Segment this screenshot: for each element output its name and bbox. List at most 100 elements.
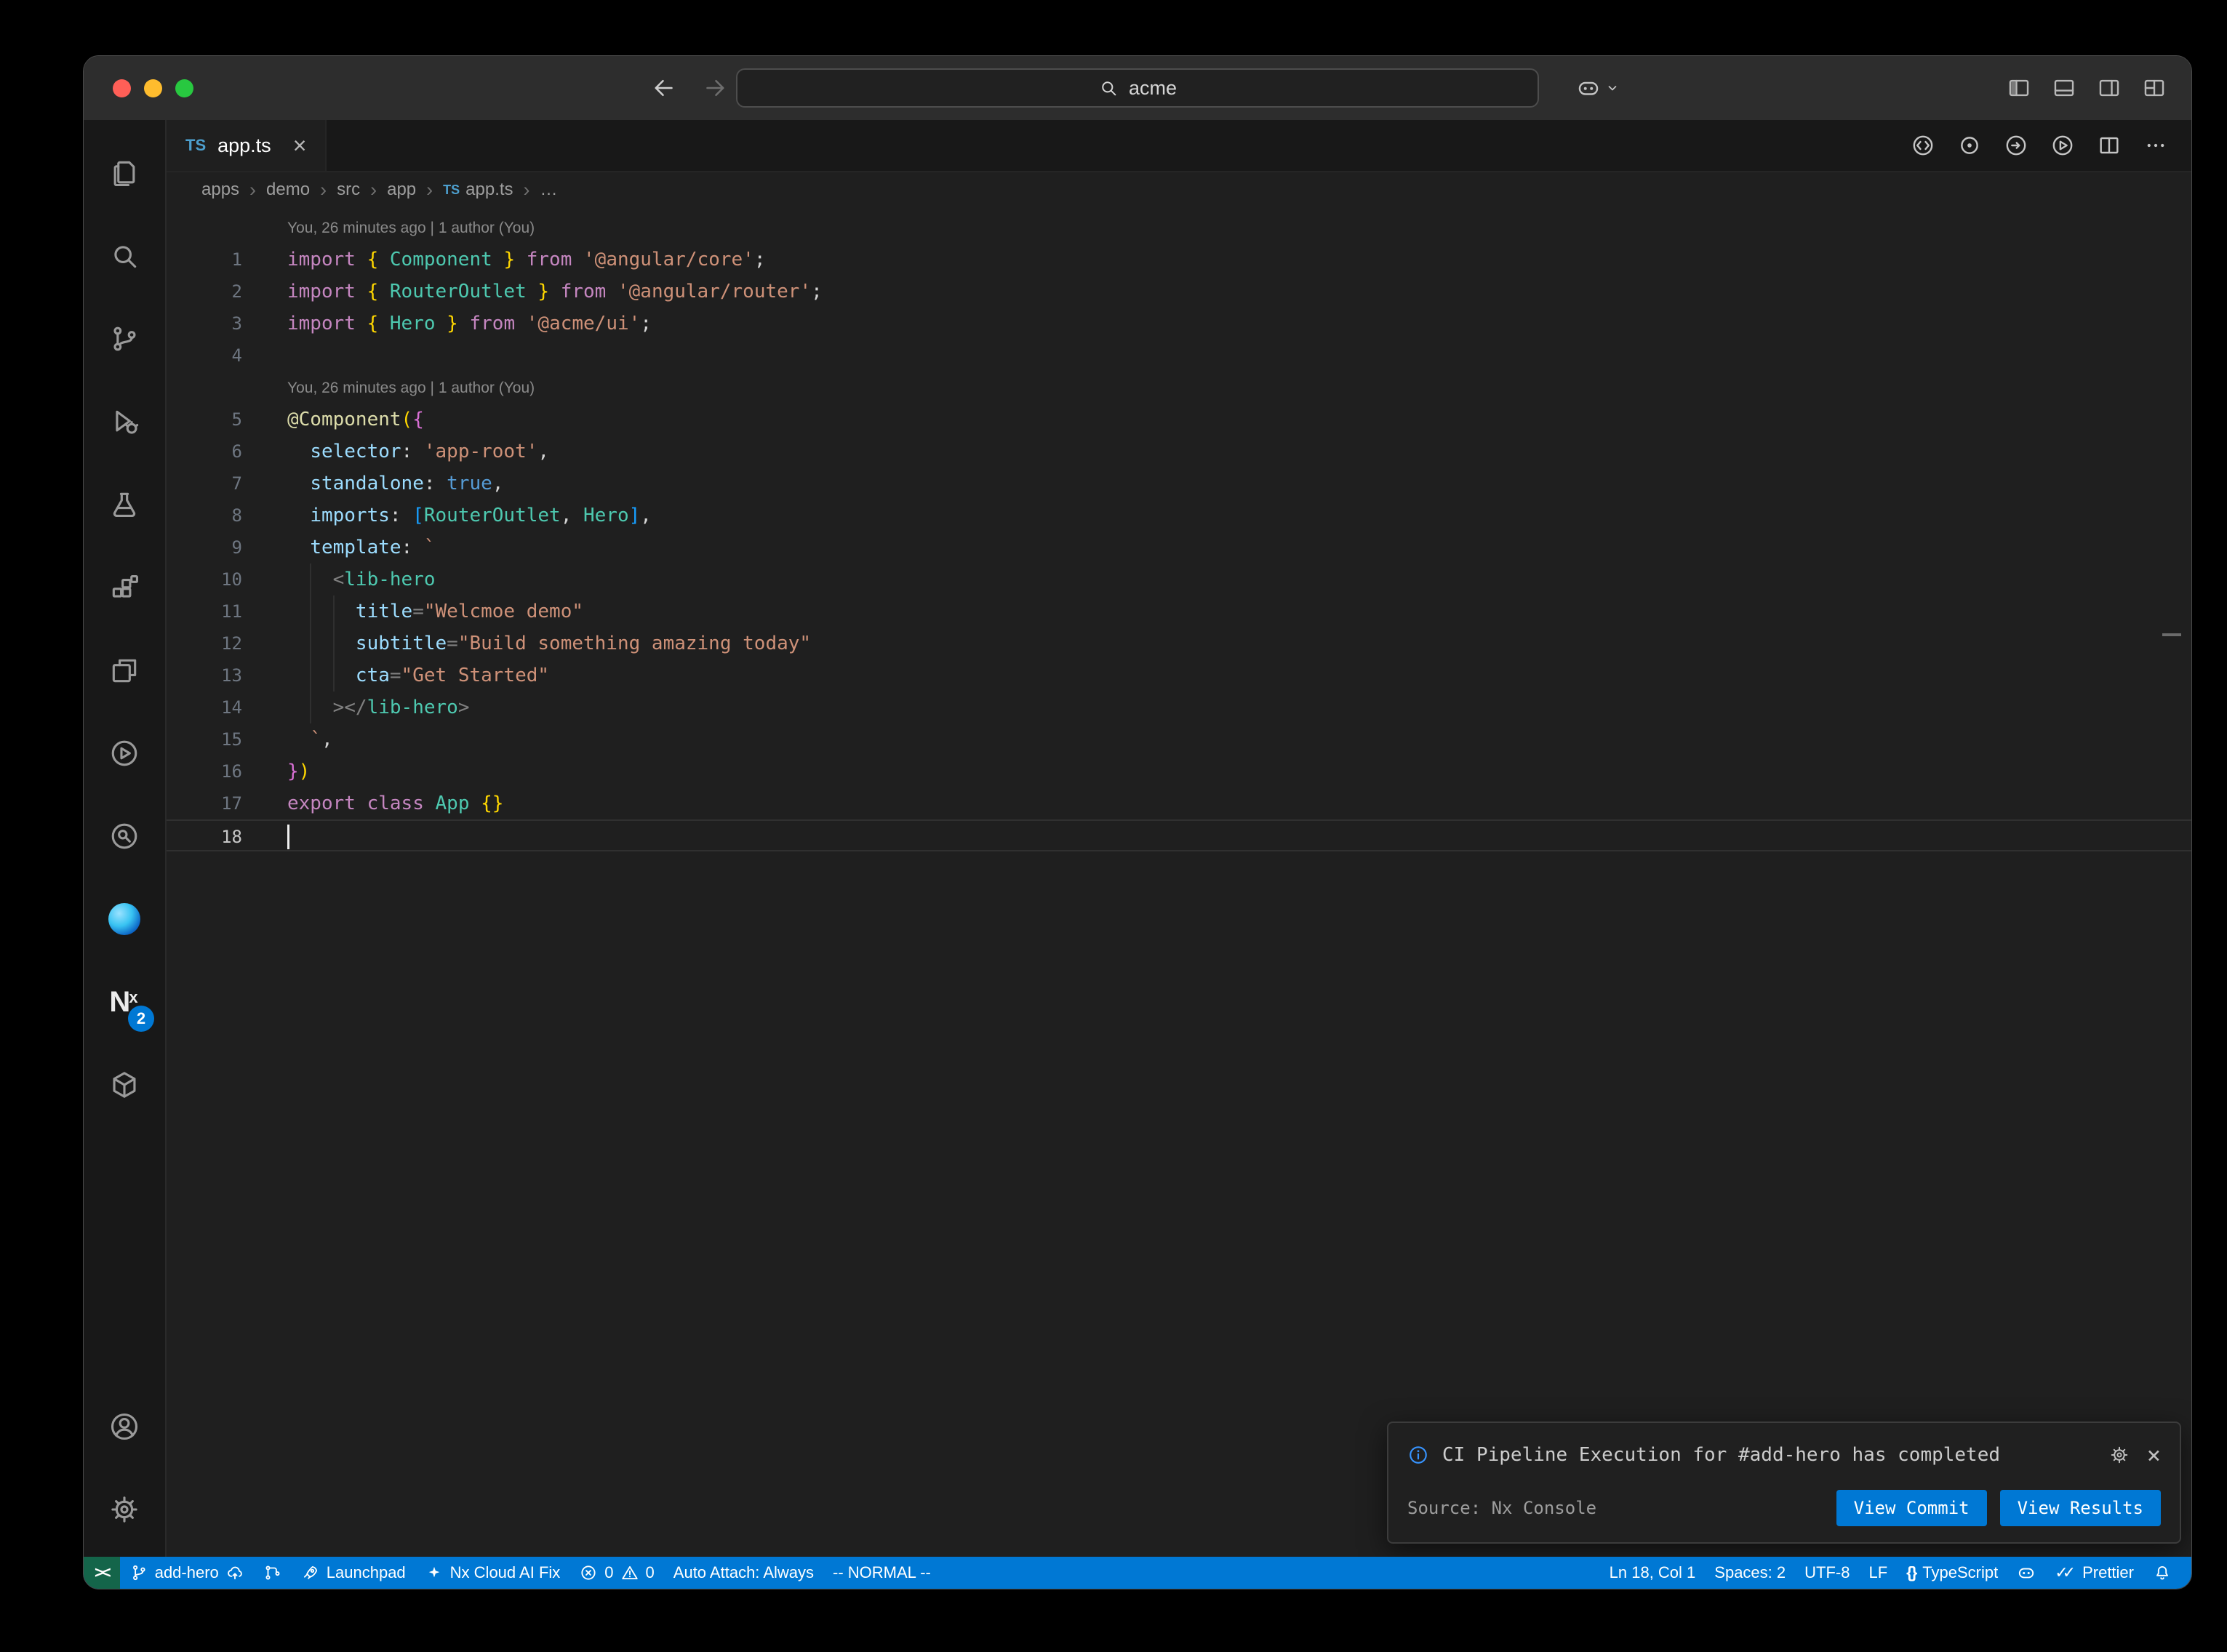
activity-item-remote-explorer[interactable] (83, 629, 166, 712)
status-eol[interactable]: LF (1859, 1557, 1897, 1589)
code-line-14[interactable]: 14 ></lib-hero> (167, 691, 2191, 723)
breadcrumb-item[interactable]: src (337, 180, 360, 200)
status-problems[interactable]: 00 (569, 1557, 664, 1589)
status-language[interactable]: {}TypeScript (1897, 1557, 2007, 1589)
code-line-12[interactable]: 12 subtitle="Build something amazing tod… (167, 627, 2191, 659)
code-line-8[interactable]: 8 imports: [RouterOutlet, Hero], (167, 500, 2191, 532)
activity-item-explorer[interactable] (83, 132, 166, 214)
line-number[interactable]: 7 (167, 468, 242, 500)
line-number[interactable]: 18 (167, 821, 242, 850)
line-number[interactable]: 10 (167, 564, 242, 596)
status-branch[interactable]: add-hero (120, 1557, 254, 1589)
line-number[interactable]: 4 (167, 340, 242, 372)
line-number[interactable]: 6 (167, 436, 242, 468)
git-codelens[interactable]: You, 26 minutes ago | 1 author (You) (167, 372, 2191, 404)
line-number[interactable]: 1 (167, 244, 242, 276)
status-launchpad[interactable]: Launchpad (292, 1557, 415, 1589)
line-number[interactable]: 15 (167, 723, 242, 755)
breadcrumb-item[interactable]: TSapp.ts (443, 180, 513, 200)
close-button[interactable] (113, 79, 131, 97)
activity-item-testing[interactable] (83, 463, 166, 546)
notification-settings-button[interactable] (2109, 1445, 2130, 1465)
run-step-button[interactable] (2004, 133, 2028, 158)
graph-icon (263, 1563, 282, 1582)
open-changes-button[interactable] (1911, 133, 1935, 158)
line-number[interactable]: 17 (167, 787, 242, 819)
git-codelens[interactable]: You, 26 minutes ago | 1 author (You) (167, 212, 2191, 244)
toggle-secondary-sidebar-button[interactable] (2097, 76, 2122, 100)
status-indentation[interactable]: Spaces: 2 (1705, 1557, 1795, 1589)
code-line-17[interactable]: 17export class App {} (167, 787, 2191, 819)
status-auto-attach[interactable]: Auto Attach: Always (664, 1557, 823, 1589)
notification-close-icon[interactable]: × (2147, 1443, 2161, 1467)
breadcrumb-item[interactable]: apps (201, 180, 239, 200)
view-commit-button[interactable]: View Commit (1836, 1490, 1987, 1526)
line-number[interactable]: 3 (167, 308, 242, 340)
tab-close-icon[interactable]: × (293, 132, 307, 159)
line-number[interactable]: 16 (167, 755, 242, 787)
minimize-button[interactable] (144, 79, 162, 97)
code-line-1[interactable]: 1import { Component } from '@angular/cor… (167, 244, 2191, 276)
code-editor[interactable]: You, 26 minutes ago | 1 author (You)1imp… (167, 207, 2191, 1557)
toggle-primary-sidebar-button[interactable] (2007, 76, 2031, 100)
code-line-11[interactable]: 11 title="Welcmoe demo" (167, 596, 2191, 627)
status-encoding[interactable]: UTF-8 (1795, 1557, 1859, 1589)
code-line-4[interactable]: 4 (167, 340, 2191, 372)
code-line-6[interactable]: 6 selector: 'app-root', (167, 436, 2191, 468)
status-copilot[interactable] (2007, 1557, 2045, 1589)
line-number[interactable]: 13 (167, 659, 242, 691)
status-vim-mode[interactable]: -- NORMAL -- (823, 1557, 940, 1589)
command-center-search[interactable]: acme (736, 68, 1539, 108)
code-line-3[interactable]: 3import { Hero } from '@acme/ui'; (167, 308, 2191, 340)
navigate-forward-button[interactable] (702, 75, 728, 101)
activity-item-inspect[interactable] (83, 795, 166, 878)
code-line-10[interactable]: 10 <lib-hero (167, 564, 2191, 596)
breadcrumb-item[interactable]: … (540, 180, 558, 200)
line-number[interactable]: 8 (167, 500, 242, 532)
activity-item-nx-console[interactable]: Nx2 (83, 961, 166, 1043)
activity-item-run-debug[interactable] (83, 380, 166, 463)
zoom-button[interactable] (175, 79, 193, 97)
copilot-menu[interactable] (1576, 76, 1621, 100)
line-number[interactable]: 9 (167, 532, 242, 564)
status-cursor-position[interactable]: Ln 18, Col 1 (1600, 1557, 1706, 1589)
activity-item-source-control[interactable] (83, 297, 166, 380)
tab-app-ts[interactable]: TS app.ts × (167, 120, 327, 171)
status-nx-cloud-ai-fix[interactable]: Nx Cloud AI Fix (415, 1557, 570, 1589)
line-number[interactable]: 14 (167, 691, 242, 723)
activity-item-extensions[interactable] (83, 546, 166, 629)
navigate-back-button[interactable] (651, 75, 677, 101)
status-git-graph[interactable] (254, 1557, 292, 1589)
code-line-2[interactable]: 2import { RouterOutlet } from '@angular/… (167, 276, 2191, 308)
code-line-15[interactable]: 15 `, (167, 723, 2191, 755)
activity-item-edge-tools[interactable] (83, 878, 166, 961)
activity-item-accounts[interactable] (83, 1385, 166, 1468)
indent-guide (310, 627, 311, 659)
activity-item-settings[interactable] (83, 1468, 166, 1551)
status-prettier[interactable]: ✓✓Prettier (2045, 1557, 2143, 1589)
line-number[interactable]: 2 (167, 276, 242, 308)
remote-indicator[interactable]: >< (84, 1557, 120, 1589)
code-line-9[interactable]: 9 template: ` (167, 532, 2191, 564)
activity-item-search[interactable] (83, 214, 166, 297)
code-line-5[interactable]: 5@Component({ (167, 404, 2191, 436)
activity-item-run-target[interactable] (83, 712, 166, 795)
view-results-button[interactable]: View Results (2000, 1490, 2161, 1526)
code-line-16[interactable]: 16}) (167, 755, 2191, 787)
line-number[interactable]: 11 (167, 596, 242, 627)
run-file-button[interactable] (2050, 133, 2075, 158)
toggle-panel-button[interactable] (2052, 76, 2076, 100)
line-number[interactable]: 12 (167, 627, 242, 659)
code-line-13[interactable]: 13 cta="Get Started" (167, 659, 2191, 691)
line-number[interactable]: 5 (167, 404, 242, 436)
breadcrumb-item[interactable]: app (387, 180, 416, 200)
customize-layout-button[interactable] (2142, 76, 2167, 100)
file-annotations-button[interactable] (1957, 133, 1982, 158)
activity-item-containers[interactable] (83, 1043, 166, 1126)
code-line-18[interactable]: 18 (167, 819, 2191, 851)
code-line-7[interactable]: 7 standalone: true, (167, 468, 2191, 500)
more-actions-button[interactable] (2143, 133, 2168, 158)
status-notifications[interactable] (2143, 1557, 2181, 1589)
split-editor-button[interactable] (2097, 133, 2122, 158)
breadcrumb-item[interactable]: demo (266, 180, 310, 200)
